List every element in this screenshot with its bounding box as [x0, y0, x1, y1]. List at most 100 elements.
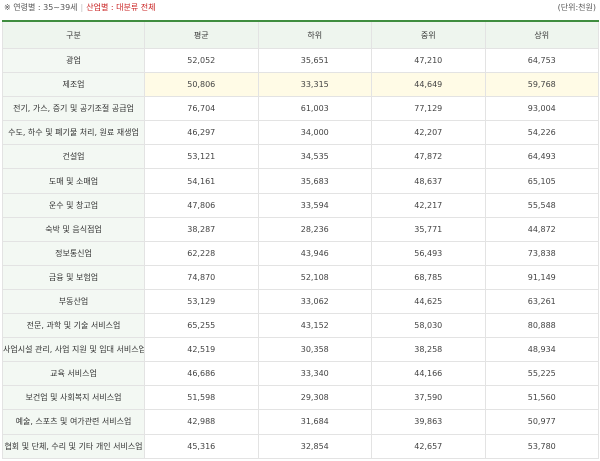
average-cell: 50,806: [144, 72, 259, 98]
lower-cell: 33,340: [257, 361, 372, 387]
age-filter-label: ※ 연령별 : 35~39세: [4, 3, 78, 12]
table-row: 광업 52,052 35,651 47,210 64,753: [2, 47, 599, 74]
table-row: 건설업 53,121 34,535 47,872 64,493: [2, 144, 599, 170]
table-row: 예술, 스포츠 및 여가관련 서비스업 42,988 31,684 39,863 50,…: [2, 409, 599, 435]
category-cell: 광업: [2, 47, 145, 74]
median-cell: 44,649: [371, 72, 486, 98]
upper-cell: 53,780: [484, 433, 599, 459]
table-row: 전기, 가스, 증기 및 공기조절 공급업 76,704 61,003 77,129 9…: [2, 96, 599, 122]
average-cell: 42,519: [144, 337, 259, 363]
category-cell: 교육 서비스업: [2, 361, 145, 387]
table-row: 금융 및 보험업 74,870 52,108 68,785 91,149: [2, 264, 599, 290]
lower-cell: 61,003: [257, 96, 372, 122]
table-header: 구분 평균 하위 중위 상위: [2, 20, 599, 49]
upper-cell: 73,838: [484, 240, 599, 266]
lower-cell: 52,108: [257, 264, 372, 290]
lower-cell: 28,236: [257, 216, 372, 242]
median-cell: 44,166: [371, 361, 486, 387]
category-cell: 전문, 과학 및 기술 서비스업: [2, 313, 145, 339]
category-cell: 보건업 및 사회복지 서비스업: [2, 385, 145, 411]
upper-cell: 64,493: [484, 144, 599, 170]
upper-cell: 63,261: [484, 288, 599, 315]
median-cell: 58,030: [371, 313, 486, 339]
upper-cell: 44,872: [484, 216, 599, 242]
lower-cell: 35,651: [257, 47, 372, 74]
header-lower: 하위: [257, 20, 372, 49]
median-cell: 42,217: [371, 192, 486, 218]
upper-cell: 93,004: [484, 96, 599, 122]
average-cell: 52,052: [144, 47, 259, 74]
table-row: 도매 및 소매업 54,161 35,683 48,637 65,105: [2, 168, 599, 194]
median-cell: 42,207: [371, 120, 486, 146]
average-cell: 53,121: [144, 144, 259, 170]
header-category: 구분: [2, 20, 145, 49]
industry-filter-label: 산업별 : 대분류 전체: [86, 3, 156, 12]
lower-cell: 43,152: [257, 313, 372, 339]
category-cell: 부동산업: [2, 288, 145, 315]
average-cell: 42,988: [144, 409, 259, 435]
header-upper: 상위: [484, 20, 599, 49]
average-cell: 38,287: [144, 216, 259, 242]
average-cell: 62,228: [144, 240, 259, 266]
lower-cell: 43,946: [257, 240, 372, 266]
median-cell: 47,872: [371, 144, 486, 170]
median-cell: 77,129: [371, 96, 486, 122]
median-cell: 39,863: [371, 409, 486, 435]
lower-cell: 33,062: [257, 288, 372, 315]
header-median: 중위: [371, 20, 486, 49]
median-cell: 38,258: [371, 337, 486, 363]
average-cell: 45,316: [144, 433, 259, 459]
table-row: 정보통신업 62,228 43,946 56,493 73,838: [2, 240, 599, 266]
upper-cell: 51,560: [484, 385, 599, 411]
upper-cell: 55,548: [484, 192, 599, 218]
average-cell: 46,686: [144, 361, 259, 387]
header-average: 평균: [144, 20, 259, 49]
lower-cell: 30,358: [257, 337, 372, 363]
category-cell: 숙박 및 음식점업: [2, 216, 145, 242]
lower-cell: 35,683: [257, 168, 372, 194]
upper-cell: 91,149: [484, 264, 599, 290]
upper-cell: 64,753: [484, 47, 599, 74]
table-row: 숙박 및 음식점업 38,287 28,236 35,771 44,872: [2, 216, 599, 242]
median-cell: 37,590: [371, 385, 486, 411]
filter-summary: ※ 연령별 : 35~39세 | 산업별 : 대분류 전체: [4, 0, 155, 16]
average-cell: 47,806: [144, 192, 259, 218]
average-cell: 74,870: [144, 264, 259, 290]
filter-bar: ※ 연령별 : 35~39세 | 산업별 : 대분류 전체 (단위:천원): [0, 0, 600, 16]
median-cell: 68,785: [371, 264, 486, 290]
table-body: 광업 52,052 35,651 47,210 64,753 제조업 50,806 33,31…: [2, 47, 599, 459]
upper-cell: 55,225: [484, 361, 599, 387]
table-row: 협회 및 단체, 수리 및 기타 개인 서비스업 45,316 32,854 42,6…: [2, 433, 599, 459]
table-row: 교육 서비스업 46,686 33,340 44,166 55,225: [2, 361, 599, 387]
table-row: 운수 및 창고업 47,806 33,594 42,217 55,548: [2, 192, 599, 218]
average-cell: 53,129: [144, 288, 259, 315]
category-cell: 정보통신업: [2, 240, 145, 266]
upper-cell: 50,977: [484, 409, 599, 435]
average-cell: 54,161: [144, 168, 259, 194]
category-cell: 협회 및 단체, 수리 및 기타 개인 서비스업: [2, 433, 145, 459]
lower-cell: 31,684: [257, 409, 372, 435]
header-row: 구분 평균 하위 중위 상위: [2, 20, 599, 49]
category-cell: 금융 및 보험업: [2, 264, 145, 290]
category-cell: 사업시설 관리, 사업 지원 및 임대 서비스업: [2, 337, 145, 363]
lower-cell: 32,854: [257, 433, 372, 459]
average-cell: 51,598: [144, 385, 259, 411]
table-row: 부동산업 53,129 33,062 44,625 63,261: [2, 288, 599, 315]
table-row: 수도, 하수 및 폐기물 처리, 원료 재생업 46,297 34,000 42,20…: [2, 120, 599, 146]
category-cell: 건설업: [2, 144, 145, 170]
lower-cell: 29,308: [257, 385, 372, 411]
category-cell: 운수 및 창고업: [2, 192, 145, 218]
median-cell: 48,637: [371, 168, 486, 194]
average-cell: 65,255: [144, 313, 259, 339]
median-cell: 35,771: [371, 216, 486, 242]
table-row: 제조업 50,806 33,315 44,649 59,768: [2, 72, 599, 98]
lower-cell: 33,315: [257, 72, 372, 98]
table-row: 보건업 및 사회복지 서비스업 51,598 29,308 37,590 51,560: [2, 385, 599, 411]
table-row: 사업시설 관리, 사업 지원 및 임대 서비스업 42,519 30,358 38,2…: [2, 337, 599, 363]
category-cell: 수도, 하수 및 폐기물 처리, 원료 재생업: [2, 120, 145, 146]
category-cell: 전기, 가스, 증기 및 공기조절 공급업: [2, 96, 145, 122]
upper-cell: 80,888: [484, 313, 599, 339]
category-cell: 예술, 스포츠 및 여가관련 서비스업: [2, 409, 145, 435]
salary-table: 구분 평균 하위 중위 상위 광업 52,052 35,651 47,210 64,75…: [2, 20, 599, 459]
upper-cell: 48,934: [484, 337, 599, 363]
